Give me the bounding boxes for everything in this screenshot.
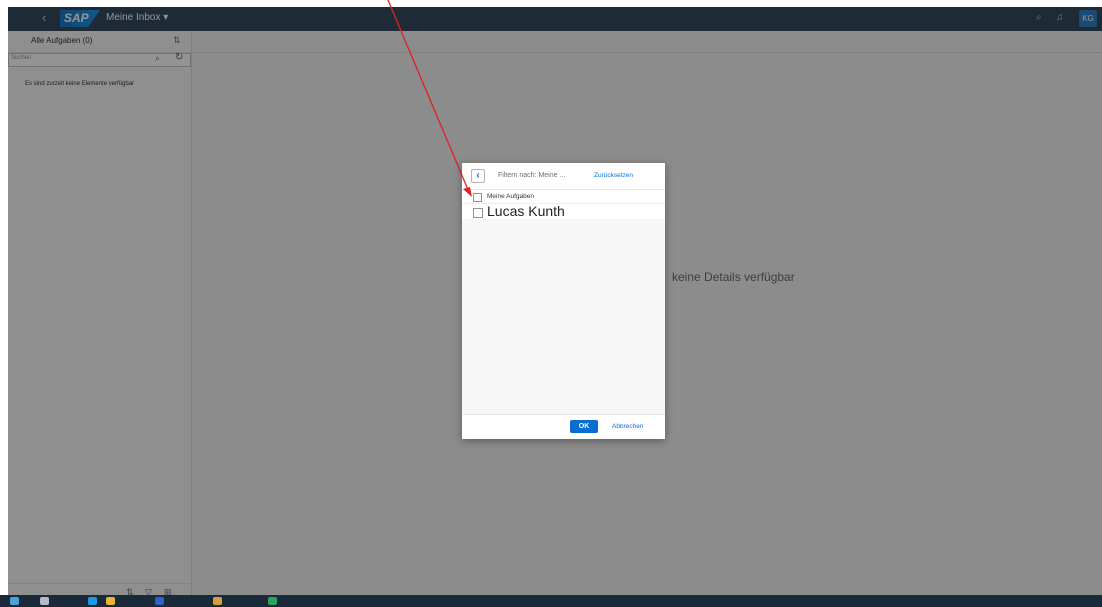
ok-button[interactable]: OK — [570, 420, 598, 433]
dialog-header: ‹ Filtern nach: Meine ... Zurücksetzen — [462, 163, 665, 190]
select-all-row[interactable]: Meine Aufgaben — [462, 190, 665, 204]
folder-icon[interactable] — [213, 597, 222, 605]
start-icon[interactable] — [10, 597, 19, 605]
dialog-footer: OK Abbrechen — [462, 414, 665, 439]
dialog-title: Filtern nach: Meine ... — [498, 172, 566, 179]
cancel-button[interactable]: Abbrechen — [612, 423, 643, 430]
reset-button[interactable]: Zurücksetzen — [594, 172, 633, 179]
edge-icon[interactable] — [88, 597, 97, 605]
item-label: Lucas Kunth — [487, 203, 565, 219]
back-icon[interactable]: ‹ — [471, 169, 485, 183]
dialog-list-area — [462, 219, 665, 415]
filter-dialog: ‹ Filtern nach: Meine ... Zurücksetzen M… — [462, 163, 665, 439]
select-all-checkbox[interactable] — [473, 193, 482, 202]
no-details-text: keine Details verfügbar — [672, 270, 795, 284]
app-icon[interactable] — [268, 597, 277, 605]
word-icon[interactable] — [155, 597, 164, 605]
select-all-label: Meine Aufgaben — [487, 193, 534, 200]
item-checkbox[interactable] — [473, 208, 483, 218]
windows-taskbar — [0, 595, 1102, 607]
explorer-icon[interactable] — [106, 597, 115, 605]
search-taskbar-icon[interactable] — [40, 597, 49, 605]
